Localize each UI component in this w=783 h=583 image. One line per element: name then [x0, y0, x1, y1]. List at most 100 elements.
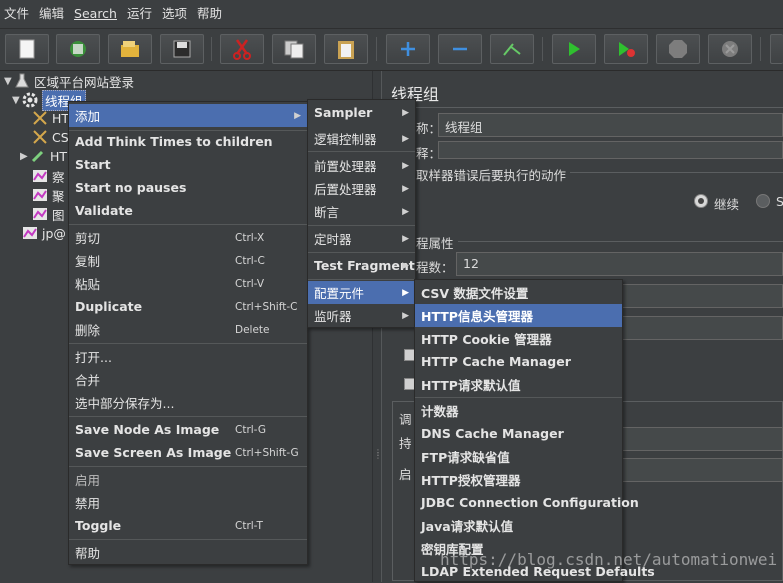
startup-delay-label: 启 — [399, 467, 412, 482]
collapse-button[interactable] — [438, 34, 482, 64]
clear-button[interactable] — [770, 34, 783, 64]
menu-item-counter[interactable]: 计数器 — [415, 399, 622, 422]
menu-item-help[interactable]: 帮助 — [69, 541, 307, 564]
watermark: https://blog.csdn.net/automationwei — [440, 550, 778, 569]
menu-item-delete[interactable]: 删除 Delete — [69, 318, 307, 341]
menu-item-jdbc-connection-config[interactable]: JDBC Connection Configuration — [415, 491, 639, 514]
flask-icon — [14, 73, 30, 89]
submenu-arrow-icon: ▶ — [402, 260, 409, 271]
menu-item-open[interactable]: 打开... — [69, 345, 307, 368]
menu-item-http-header-manager[interactable]: HTTP信息头管理器 — [415, 304, 622, 327]
menu-item-logic-controller[interactable]: 逻辑控制器 ▶ — [308, 127, 415, 150]
comments-field[interactable] — [438, 141, 783, 159]
menu-item-save-screen-image[interactable]: Save Screen As Image Ctrl+Shift-G — [69, 441, 307, 464]
menu-item-start-no-pauses[interactable]: Start no pauses — [69, 176, 307, 199]
menu-item-toggle[interactable]: Toggle Ctrl-T — [69, 514, 307, 537]
menu-item-add[interactable]: 添加 ▶ — [69, 104, 307, 127]
num-threads-field[interactable]: 12 — [456, 252, 783, 276]
menu-item-java-request-defaults[interactable]: Java请求默认值 — [415, 514, 622, 537]
menu-item-paste[interactable]: 粘贴 Ctrl-V — [69, 272, 307, 295]
error-action-section: 取样器错误后要执行的动作 — [416, 165, 571, 184]
menu-item-validate[interactable]: Validate — [69, 199, 307, 222]
tree-node-listener-1[interactable]: 察 — [32, 167, 65, 185]
menu-options[interactable]: 选项 — [157, 0, 192, 28]
gear-icon — [22, 92, 38, 108]
menu-item-cut[interactable]: 剪切 Ctrl-X — [69, 226, 307, 249]
start-button[interactable] — [552, 34, 596, 64]
graph-icon — [32, 187, 48, 203]
copy-button[interactable] — [272, 34, 316, 64]
menu-item-merge[interactable]: 合并 — [69, 368, 307, 391]
menu-item-add-think-times[interactable]: Add Think Times to children — [69, 130, 307, 153]
paste-button[interactable] — [324, 34, 368, 64]
shutdown-button[interactable] — [708, 34, 752, 64]
toolbar — [0, 28, 783, 71]
tree-node-test-plan[interactable]: ▼ 区域平台网站登录 — [4, 72, 134, 90]
menu-item-save-selection[interactable]: 选中部分保存为... — [69, 391, 307, 414]
menu-item-duplicate[interactable]: Duplicate Ctrl+Shift-C — [69, 295, 307, 318]
toggle-button[interactable] — [490, 34, 534, 64]
menu-edit[interactable]: 编辑 — [34, 0, 69, 28]
submenu-arrow-icon: ▶ — [402, 160, 409, 171]
cut-icon — [233, 39, 251, 60]
menu-item-csv-data-set[interactable]: CSV 数据文件设置 — [415, 281, 622, 304]
menu-item-sampler[interactable]: Sampler ▶ — [308, 101, 415, 124]
templates-icon — [70, 41, 86, 57]
menu-item-disable[interactable]: 禁用 — [69, 491, 307, 514]
menu-item-timer[interactable]: 定时器 ▶ — [308, 227, 415, 250]
expand-triangle-icon[interactable]: ▶ — [20, 151, 30, 162]
menu-item-test-fragment[interactable]: Test Fragment ▶ — [308, 254, 415, 277]
continue-label: 继续 — [714, 197, 740, 212]
menu-item-post-processor[interactable]: 后置处理器 ▶ — [308, 177, 415, 200]
menu-item-http-cache-manager[interactable]: HTTP Cache Manager — [415, 350, 622, 373]
submenu-arrow-icon: ▶ — [402, 133, 409, 144]
menu-item-dns-cache-manager[interactable]: DNS Cache Manager — [415, 422, 622, 445]
open-button[interactable] — [108, 34, 152, 64]
start-no-pauses-button[interactable] — [604, 34, 648, 64]
menu-item-http-cookie-manager[interactable]: HTTP Cookie 管理器 — [415, 327, 622, 350]
start-no-pauses-icon — [619, 42, 635, 57]
stop-icon — [669, 40, 687, 58]
open-icon — [121, 41, 139, 57]
graph-icon — [22, 225, 38, 241]
tree-node-listener-2[interactable]: 聚 — [32, 186, 65, 204]
menu-search[interactable]: Search — [69, 0, 122, 28]
expand-icon — [401, 42, 415, 56]
tree-node-http-sampler[interactable]: ▶ HT — [20, 147, 67, 165]
expand-button[interactable] — [386, 34, 430, 64]
menu-item-copy[interactable]: 复制 Ctrl-C — [69, 249, 307, 272]
menu-run[interactable]: 运行 — [122, 0, 157, 28]
menu-item-start[interactable]: Start — [69, 153, 307, 176]
tree-node-listener-3[interactable]: 图 — [32, 205, 65, 223]
submenu-arrow-icon: ▶ — [402, 107, 409, 118]
stop-button[interactable] — [656, 34, 700, 64]
submenu-arrow-icon: ▶ — [402, 206, 409, 217]
start-next-radio[interactable] — [756, 194, 770, 208]
start-next-label: S — [776, 194, 783, 209]
config-element-submenu: CSV 数据文件设置 HTTP信息头管理器 HTTP Cookie 管理器 HT… — [414, 279, 655, 582]
tree-node-listener-4[interactable]: jp@ — [22, 224, 66, 242]
collapse-triangle-icon[interactable]: ▼ — [4, 76, 14, 87]
menu-file[interactable]: 文件 — [0, 0, 34, 28]
menu-item-listener[interactable]: 监听器 ▶ — [308, 304, 415, 327]
collapse-icon — [453, 47, 467, 51]
tree-node-csv[interactable]: CS — [32, 128, 69, 146]
name-field[interactable]: 线程组 — [438, 113, 783, 137]
tree-node-http-request[interactable]: HT — [32, 109, 69, 127]
new-button[interactable] — [5, 34, 49, 64]
templates-button[interactable] — [56, 34, 100, 64]
menu-item-assertion[interactable]: 断言 ▶ — [308, 200, 415, 223]
menu-item-http-request-defaults[interactable]: HTTP请求默认值 — [415, 373, 622, 396]
menu-item-config-element[interactable]: 配置元件 ▶ — [308, 281, 415, 304]
menu-item-pre-processor[interactable]: 前置处理器 ▶ — [308, 154, 415, 177]
menu-help[interactable]: 帮助 — [192, 0, 227, 28]
save-button[interactable] — [160, 34, 204, 64]
continue-radio[interactable] — [694, 194, 708, 208]
cut-button[interactable] — [220, 34, 264, 64]
grip-icon: ⋮ ⋮ — [374, 448, 382, 460]
menu-item-ftp-request-defaults[interactable]: FTP请求缺省值 — [415, 445, 622, 468]
menu-item-http-auth-manager[interactable]: HTTP授权管理器 — [415, 468, 622, 491]
menu-item-enable[interactable]: 启用 — [69, 468, 307, 491]
menu-item-save-node-image[interactable]: Save Node As Image Ctrl-G — [69, 418, 307, 441]
collapse-triangle-icon[interactable]: ▼ — [12, 95, 22, 106]
